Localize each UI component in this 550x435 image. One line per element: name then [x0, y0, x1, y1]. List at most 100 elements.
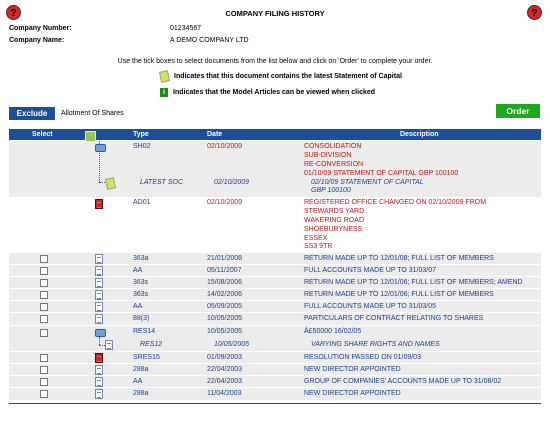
date-cell: 02/10/2009 — [207, 199, 243, 206]
description-line: SS3 9TR — [304, 243, 333, 250]
date-cell: 15/08/2006 — [207, 279, 243, 286]
select-checkbox[interactable] — [40, 303, 48, 311]
type-cell[interactable]: SH02 — [133, 143, 151, 150]
type-cell[interactable]: AA — [133, 303, 142, 310]
select-checkbox[interactable] — [40, 267, 48, 275]
description-cell: RETURN MADE UP TO 12/01/06; FULL LIST OF… — [304, 279, 523, 286]
type-cell[interactable]: 363s — [133, 291, 148, 298]
document-icon[interactable] — [95, 353, 103, 363]
legend-soc-text: Indicates that this document contains th… — [174, 73, 402, 80]
type-cell[interactable]: SRES15 — [133, 354, 160, 361]
select-checkbox[interactable] — [40, 390, 48, 398]
document-icon[interactable] — [95, 389, 103, 399]
date-cell: 05/11/2007 — [207, 267, 242, 274]
company-number-label: Company Number: — [9, 25, 72, 32]
type-cell[interactable]: RES12 — [140, 341, 162, 348]
description-cell: FULL ACCOUNTS MADE UP TO 31/03/07 — [304, 267, 437, 274]
select-checkbox[interactable] — [40, 315, 48, 323]
info-icon: i — [160, 88, 168, 97]
type-cell[interactable]: AA — [133, 378, 142, 385]
date-cell: 14/02/2006 — [207, 291, 243, 298]
table-bottom-border — [9, 403, 541, 404]
document-icon[interactable] — [95, 199, 103, 209]
select-checkbox[interactable] — [40, 329, 48, 337]
type-cell[interactable]: 288a — [133, 366, 149, 373]
table-row: 288a 11/04/2003 NEW DIRECTOR APPOINTED — [9, 388, 541, 400]
instructions: Use the tick boxes to select documents f… — [117, 58, 433, 65]
col-type: Type — [133, 131, 149, 138]
description-cell: RETURN MADE UP TO 12/01/06; FULL LIST OF… — [304, 291, 494, 298]
type-cell[interactable]: 363s — [133, 279, 148, 286]
type-cell[interactable]: 363a — [133, 255, 149, 262]
table-row: 88(3) 10/05/2005 PARTICULARS OF CONTRACT… — [9, 313, 541, 325]
col-date: Date — [207, 131, 223, 138]
type-cell[interactable]: 88(3) — [133, 315, 149, 322]
type-cell[interactable]: AD01 — [133, 199, 151, 206]
document-icon[interactable] — [95, 254, 103, 264]
description-cell: GROUP OF COMPANIES' ACCOUNTS MADE UP TO … — [304, 378, 502, 385]
select-checkbox[interactable] — [40, 279, 48, 287]
document-icon[interactable] — [95, 365, 103, 375]
description-line: 01/10/09 STATEMENT OF CAPITAL GBP 100100 — [304, 170, 459, 177]
description-line: RE-CONVERSION — [304, 161, 364, 168]
statement-of-capital-icon — [158, 70, 171, 83]
date-cell: 21/01/2008 — [207, 255, 243, 262]
table-row: 363s 14/02/2006 RETURN MADE UP TO 12/01/… — [9, 289, 541, 300]
col-select: Select — [32, 131, 53, 138]
date-cell: 10/05/2005 — [207, 315, 243, 322]
document-icon[interactable] — [95, 278, 103, 288]
date-cell: 02/10/2009 — [214, 179, 250, 186]
type-cell[interactable]: 288a — [133, 390, 149, 397]
date-cell: 01/09/2003 — [207, 354, 243, 361]
document-icon[interactable] — [95, 302, 103, 312]
document-icon[interactable] — [95, 314, 103, 324]
company-name-value: A DEMO COMPANY LTD — [170, 37, 249, 44]
document-icon[interactable] — [105, 340, 113, 350]
date-cell: 22/04/2003 — [207, 378, 243, 385]
folder-icon[interactable] — [95, 144, 106, 152]
exclude-filter-text: Allotment Of Shares — [61, 110, 124, 117]
type-cell[interactable]: RES14 — [133, 328, 155, 335]
company-name-label: Company Name: — [9, 37, 65, 44]
help-icon[interactable]: ? — [527, 5, 542, 20]
order-button[interactable]: Order — [496, 104, 540, 118]
date-cell: 02/10/2009 — [207, 143, 243, 150]
description-cell: NEW DIRECTOR APPOINTED — [304, 390, 401, 397]
document-icon[interactable] — [95, 290, 103, 300]
type-cell[interactable]: LATEST SOC — [140, 179, 183, 186]
description-line: ESSEX — [304, 235, 328, 242]
document-icon[interactable] — [95, 377, 103, 387]
description-cell: RESOLUTION PASSED ON 01/09/03 — [304, 354, 421, 361]
legend-articles-text: Indicates that the Model Articles can be… — [173, 89, 376, 96]
date-cell: 11/04/2003 — [207, 390, 242, 397]
company-number-value: 01234567 — [170, 25, 202, 32]
table-row: SRES15 01/09/2003 RESOLUTION PASSED ON 0… — [9, 352, 541, 363]
document-icon[interactable] — [95, 266, 103, 276]
description-line: CONSOLIDATION — [304, 143, 362, 150]
table-row: AA 05/09/2005 FULL ACCOUNTS MADE UP TO 3… — [9, 301, 541, 312]
select-checkbox[interactable] — [40, 291, 48, 299]
select-checkbox[interactable] — [40, 378, 48, 386]
select-checkbox[interactable] — [40, 366, 48, 374]
table-row: 363s 15/08/2006 RETURN MADE UP TO 12/01/… — [9, 277, 541, 288]
description-cell: PARTICULARS OF CONTRACT RELATING TO SHAR… — [304, 315, 484, 322]
date-cell: 10/05/2005 — [214, 341, 250, 348]
date-cell: 05/09/2005 — [207, 303, 243, 310]
folder-icon[interactable] — [95, 329, 106, 337]
type-cell[interactable]: AA — [133, 267, 142, 274]
statement-of-capital-icon[interactable] — [104, 177, 117, 190]
table-row: 363a 21/01/2008 RETURN MADE UP TO 12/01/… — [9, 253, 541, 264]
description-cell: NEW DIRECTOR APPOINTED — [304, 366, 401, 373]
table-row: SH02 02/10/2009 CONSOLIDATION SUB-DIVISI… — [9, 141, 541, 197]
description-cell: FULL ACCOUNTS MADE UP TO 31/03/05 — [304, 303, 437, 310]
col-description: Description — [400, 131, 439, 138]
table-row: AA 22/04/2003 GROUP OF COMPANIES' ACCOUN… — [9, 376, 541, 387]
exclude-button[interactable]: Exclude — [9, 107, 55, 120]
select-checkbox[interactable] — [40, 354, 48, 362]
description-line: REGISTERED OFFICE CHANGED ON 02/10/2009 … — [304, 199, 487, 206]
date-cell: 22/04/2003 — [207, 366, 243, 373]
table-row: AD01 02/10/2009 REGISTERED OFFICE CHANGE… — [9, 197, 541, 252]
select-checkbox[interactable] — [40, 255, 48, 263]
description-cell: Â£50000 16/02/05 — [304, 328, 362, 335]
description-line: SHOEBURYNESS — [304, 226, 363, 233]
